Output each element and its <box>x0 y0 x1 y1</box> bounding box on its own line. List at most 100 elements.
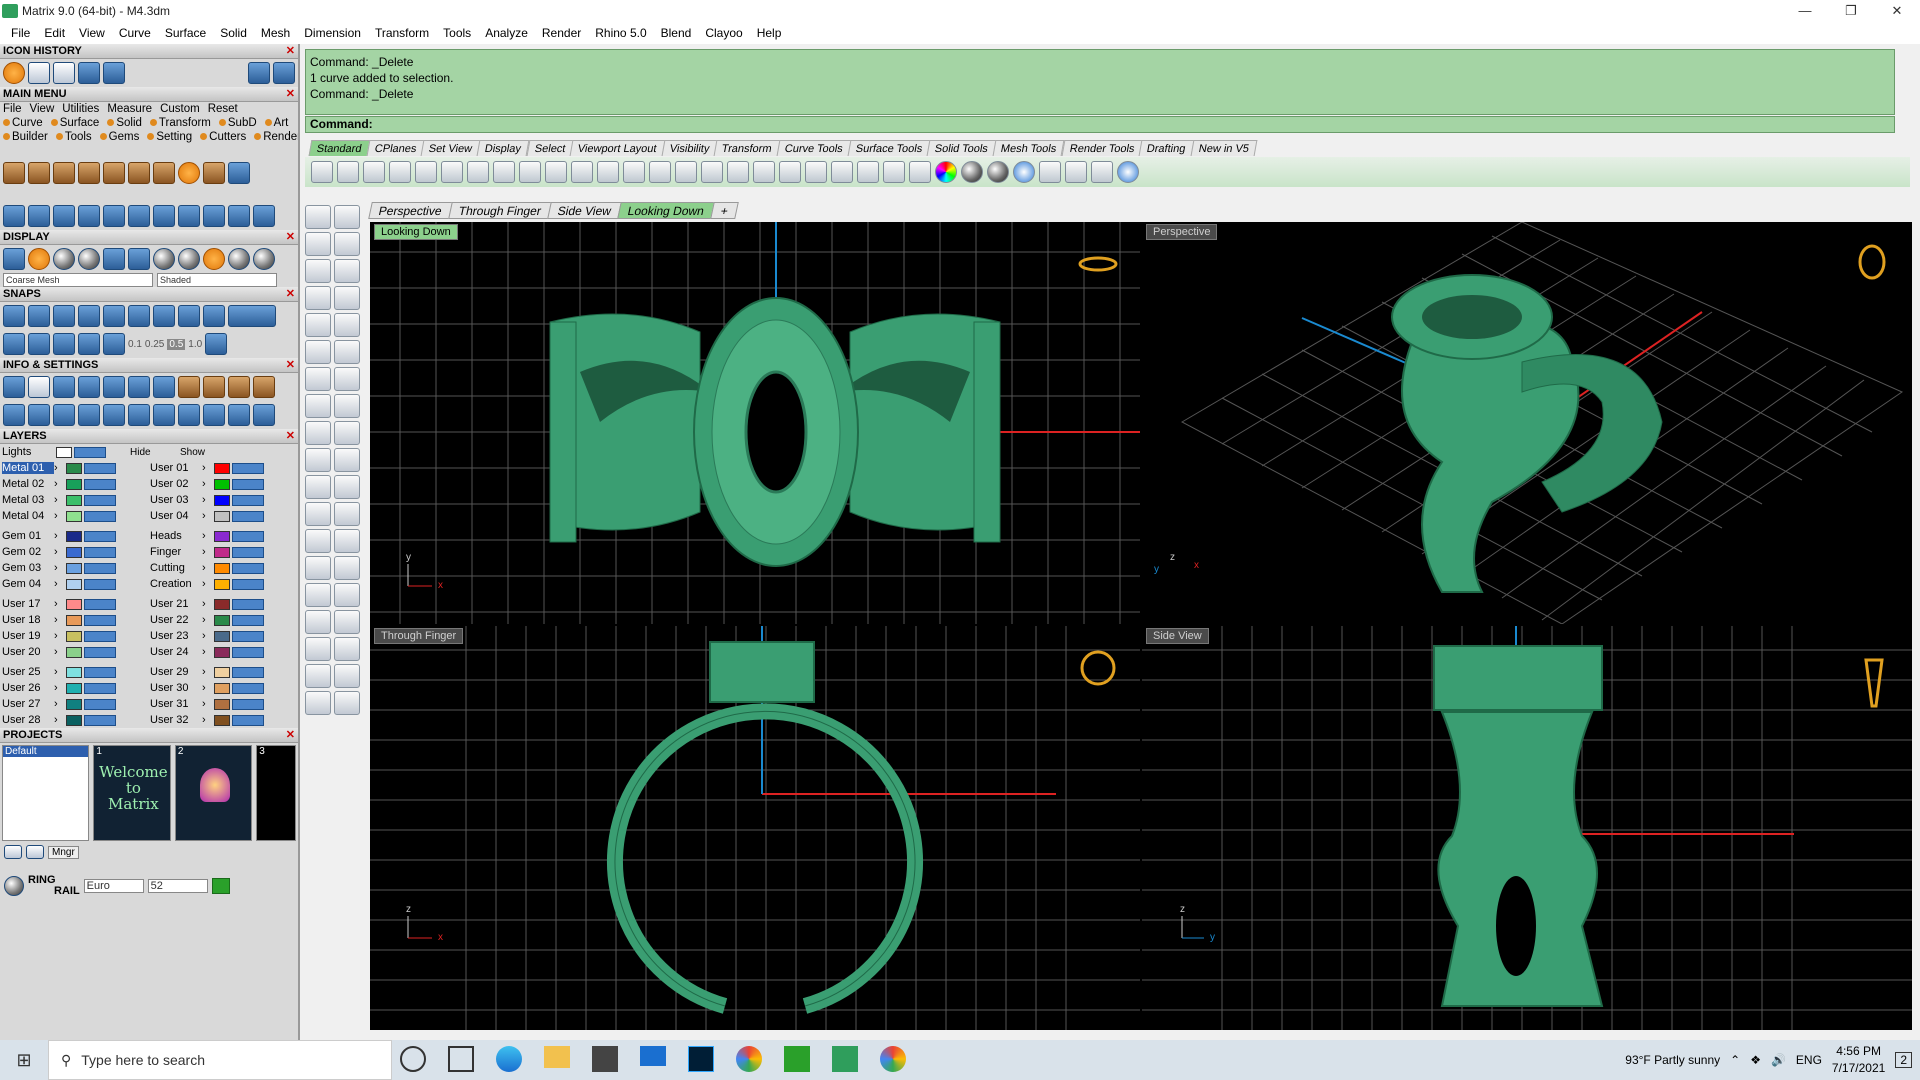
info-icon[interactable] <box>228 404 250 426</box>
layer-color-swatch[interactable] <box>66 714 82 726</box>
tool-icon[interactable] <box>305 421 331 445</box>
expand-arrow-icon[interactable]: › <box>54 510 64 522</box>
mesh-dropdown[interactable]: Coarse Mesh <box>3 273 153 287</box>
toolbar-tab-curve-tools[interactable]: Curve Tools <box>776 140 852 156</box>
pen-icon[interactable] <box>1039 161 1061 183</box>
tool-icon[interactable] <box>305 637 331 661</box>
toolbar-tab-cplanes[interactable]: CPlanes <box>366 140 425 156</box>
hide-button[interactable]: Hide <box>130 447 170 458</box>
options-icon[interactable] <box>1065 161 1087 183</box>
layer-name[interactable]: Metal 02 <box>2 478 54 490</box>
project-thumb-1[interactable]: 1 Welcome to Matrix <box>93 745 171 841</box>
tool-icon[interactable] <box>334 367 360 391</box>
layer-color-swatch[interactable] <box>66 562 82 574</box>
expand-arrow-icon[interactable]: › <box>202 646 212 658</box>
layer-toggles[interactable] <box>84 666 116 678</box>
close-icon[interactable]: ✕ <box>286 287 295 302</box>
layer-color-swatch[interactable] <box>214 598 230 610</box>
layer-name[interactable]: User 26 <box>2 682 54 694</box>
photoshop-icon[interactable] <box>688 1046 714 1072</box>
layer-toggles[interactable] <box>84 546 116 558</box>
layer-row[interactable]: Metal 03 › <box>0 492 148 508</box>
expand-arrow-icon[interactable]: › <box>54 630 64 642</box>
sphere-icon[interactable] <box>203 248 225 270</box>
layer-color-swatch[interactable] <box>66 646 82 658</box>
layer-name[interactable]: User 18 <box>2 614 54 626</box>
main-menu-item-render[interactable]: Render <box>254 131 298 143</box>
layer-color-swatch[interactable] <box>66 530 82 542</box>
taskbar-search[interactable]: ⚲ Type here to search <box>48 1040 392 1080</box>
layer-toggles[interactable] <box>232 510 264 522</box>
menu-analyze[interactable]: Analyze <box>478 26 535 40</box>
select-icon[interactable] <box>779 161 801 183</box>
layer-toggles[interactable] <box>232 630 264 642</box>
layer-name[interactable]: User 20 <box>2 646 54 658</box>
layer-toggles[interactable] <box>232 462 264 474</box>
menu-tools[interactable]: Tools <box>436 26 478 40</box>
layer-name[interactable]: Metal 04 <box>2 510 54 522</box>
tool-icon[interactable] <box>103 162 125 184</box>
ring-standard-field[interactable]: Euro <box>83 879 144 893</box>
snap-icon[interactable] <box>153 305 175 327</box>
snap-value[interactable]: 0.1 <box>128 339 142 350</box>
sphere-icon[interactable] <box>1013 161 1035 183</box>
layer-toggles[interactable] <box>232 598 264 610</box>
grid-icon[interactable] <box>205 333 228 355</box>
snap-icon[interactable] <box>128 305 150 327</box>
lights-toggles[interactable] <box>74 446 106 458</box>
layer-toggles[interactable] <box>232 494 264 506</box>
layer-color-swatch[interactable] <box>66 546 82 558</box>
layer-toggles[interactable] <box>232 698 264 710</box>
expand-arrow-icon[interactable]: › <box>54 646 64 658</box>
history-icon-5[interactable] <box>103 62 125 84</box>
snap-icon[interactable] <box>53 305 75 327</box>
snap-icon[interactable] <box>103 305 125 327</box>
toolbar-tab-render-tools[interactable]: Render Tools <box>1061 140 1143 156</box>
network-icon[interactable]: ❖ <box>1750 1053 1761 1067</box>
viewport-side-view[interactable]: z y Side View <box>1142 626 1912 1030</box>
store-icon[interactable] <box>592 1046 618 1072</box>
main-menu-item-surface[interactable]: Surface <box>50 117 99 129</box>
layer-color-swatch[interactable] <box>214 666 230 678</box>
main-menu-item-transform[interactable]: Transform <box>149 117 211 129</box>
viewport-label-side-view[interactable]: Side View <box>1146 628 1209 644</box>
layer-row[interactable]: User 01 › <box>148 460 296 476</box>
expand-arrow-icon[interactable]: › <box>202 630 212 642</box>
main-menu-item-reset[interactable]: Reset <box>208 103 238 115</box>
tool-icon[interactable] <box>305 529 331 553</box>
save-icon[interactable] <box>363 161 385 183</box>
grid-icon[interactable] <box>78 333 100 355</box>
close-icon[interactable]: ✕ <box>286 230 295 245</box>
command-input[interactable]: Command: <box>305 116 1895 133</box>
tool-icon[interactable] <box>305 259 331 283</box>
viewport-looking-down[interactable]: y x Looking Down <box>370 222 1140 624</box>
weather-text[interactable]: 93°F Partly sunny <box>1625 1053 1720 1067</box>
display-icon[interactable] <box>103 248 125 270</box>
print-icon[interactable] <box>389 161 411 183</box>
main-menu-item-builder[interactable]: Builder <box>3 131 48 143</box>
expand-arrow-icon[interactable]: › <box>54 462 64 474</box>
tool-icon[interactable] <box>334 205 360 229</box>
layer-row[interactable]: User 19 › <box>0 628 148 644</box>
main-menu-item-tools[interactable]: Tools <box>55 131 92 143</box>
search-icon[interactable] <box>28 376 50 398</box>
task-view-icon[interactable] <box>448 1046 474 1072</box>
layer-toggles[interactable] <box>84 478 116 490</box>
layer-toggles[interactable] <box>232 646 264 658</box>
grid-icon[interactable] <box>103 333 125 355</box>
toolbar-tab-drafting[interactable]: Drafting <box>1139 140 1195 156</box>
start-icon[interactable]: ⊞ <box>0 1050 48 1071</box>
move-icon[interactable] <box>103 205 125 227</box>
tool-icon[interactable] <box>28 205 50 227</box>
pan-icon[interactable] <box>545 161 567 183</box>
menu-dimension[interactable]: Dimension <box>297 26 368 40</box>
info-icon[interactable] <box>28 404 50 426</box>
layer-toggles[interactable] <box>84 614 116 626</box>
move-view-icon[interactable] <box>571 161 593 183</box>
snap-value[interactable]: 0.5 <box>167 338 186 350</box>
toolbar-tab-solid-tools[interactable]: Solid Tools <box>926 140 997 156</box>
layer-name[interactable]: Gem 03 <box>2 562 54 574</box>
toolbar-tab-display[interactable]: Display <box>477 140 530 156</box>
viewport-tab-perspective[interactable]: Perspective <box>368 202 453 219</box>
layer-toggles[interactable] <box>84 530 116 542</box>
